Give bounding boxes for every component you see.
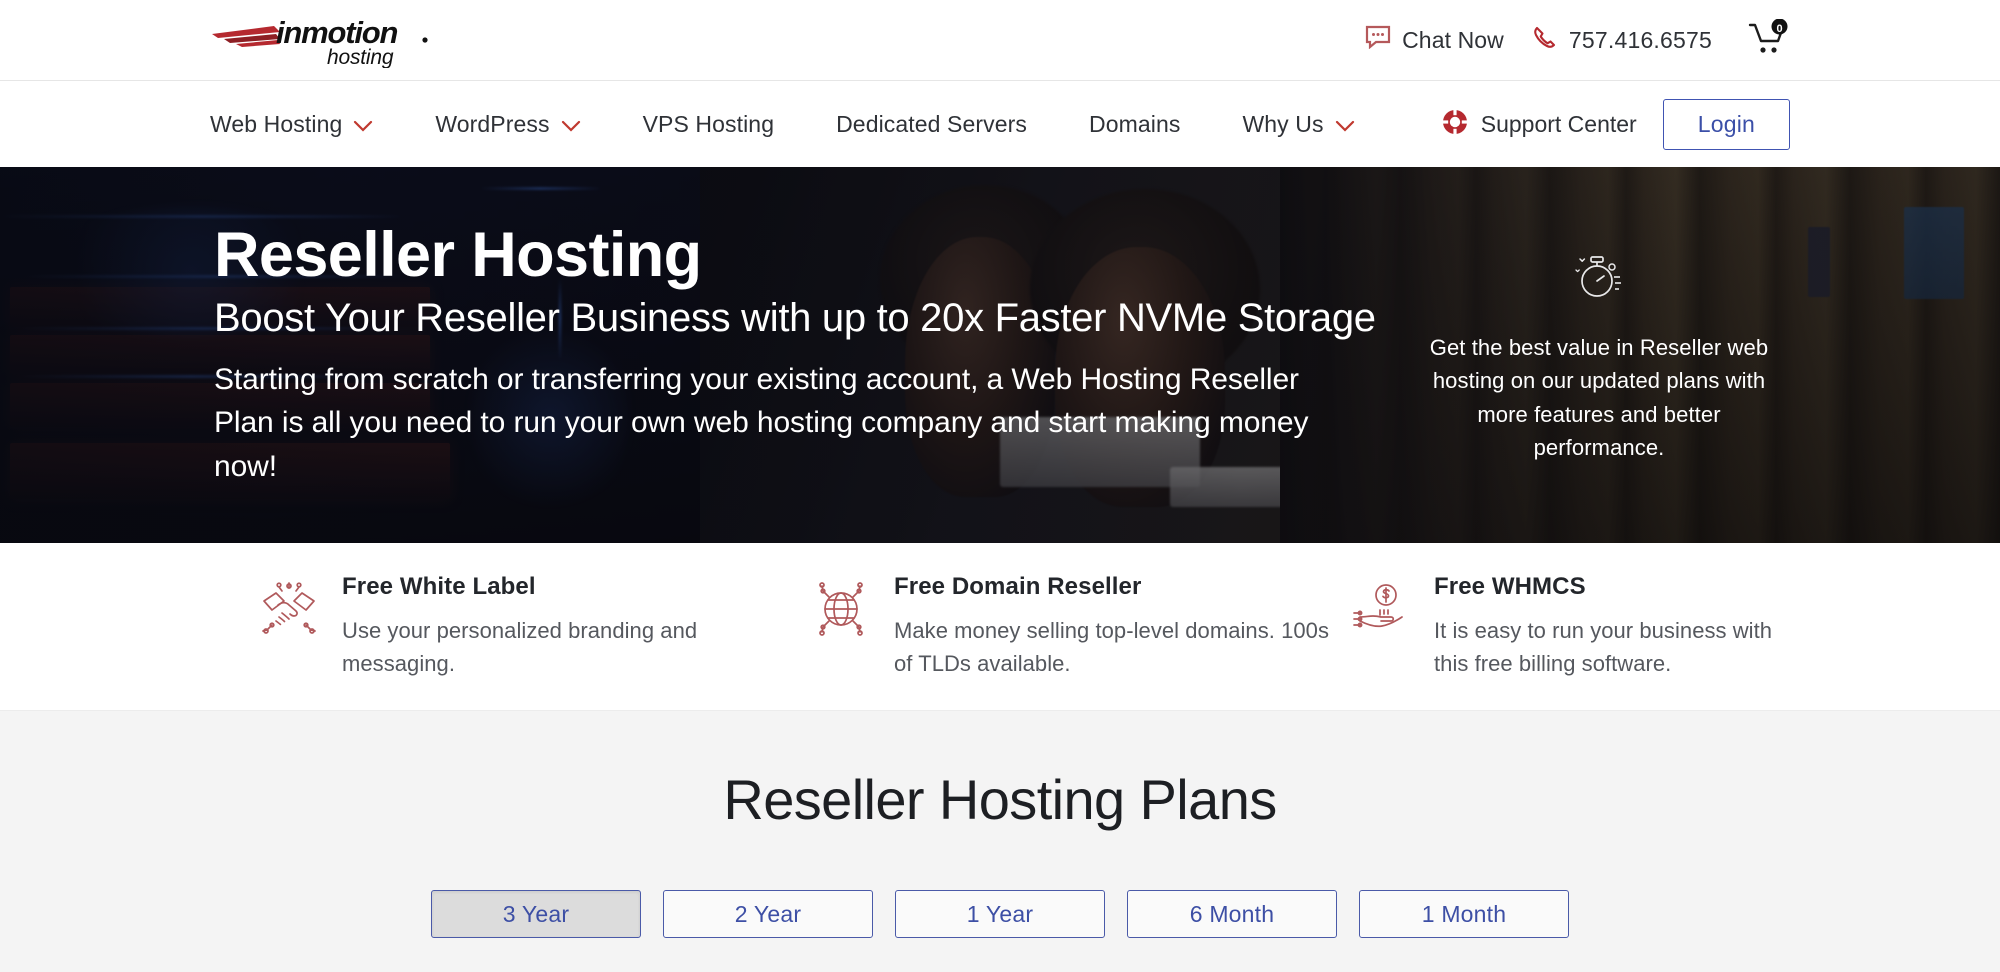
hero-title: Reseller Hosting [214, 222, 1385, 289]
globe-network-icon [810, 573, 872, 644]
shopping-cart-button[interactable]: 0 [1748, 19, 1790, 62]
plans-section-title: Reseller Hosting Plans [0, 711, 2000, 832]
term-tab-2-year[interactable]: 2 Year [663, 890, 873, 938]
hero-subtitle: Boost Your Reseller Business with up to … [214, 295, 1385, 342]
handshake-icon [258, 573, 320, 644]
nav-label: Why Us [1242, 111, 1323, 138]
chevron-down-icon [353, 111, 373, 138]
nav-label: Web Hosting [210, 111, 342, 138]
hero-value-callout: Get the best value in Reseller web hosti… [1419, 246, 1779, 465]
feature-title: Free Domain Reseller [894, 573, 1350, 601]
page-root: inmotion hosting Chat Now [0, 0, 2000, 972]
shopping-cart-icon: 0 [1748, 19, 1790, 62]
utility-header: inmotion hosting Chat Now [0, 0, 2000, 80]
chevron-down-icon [561, 111, 581, 138]
inmotion-logo[interactable]: inmotion hosting [210, 12, 460, 68]
billing-term-tabs: 3 Year 2 Year 1 Year 6 Month 1 Month [0, 890, 2000, 938]
nav-item-dedicated-servers[interactable]: Dedicated Servers [836, 111, 1055, 138]
feature-free-white-label: Free White Label Use your personalized b… [210, 573, 810, 680]
utility-actions: Chat Now 757.416.6575 [1365, 19, 1790, 62]
login-button[interactable]: Login [1663, 99, 1790, 150]
support-center-link[interactable]: Support Center [1441, 108, 1637, 142]
nav-item-wordpress[interactable]: WordPress [435, 111, 608, 138]
phone-number: 757.416.6575 [1569, 27, 1712, 54]
term-tab-1-year[interactable]: 1 Year [895, 890, 1105, 938]
nav-item-domains[interactable]: Domains [1089, 111, 1208, 138]
feature-description: Make money selling top-level domains. 10… [894, 614, 1350, 680]
cart-count-badge: 0 [1776, 23, 1782, 35]
nav-label: WordPress [435, 111, 549, 138]
feature-free-domain-reseller: Free Domain Reseller Make money selling … [810, 573, 1350, 680]
nav-item-vps-hosting[interactable]: VPS Hosting [643, 111, 803, 138]
phone-icon [1532, 25, 1557, 56]
lifebuoy-icon [1441, 108, 1469, 142]
feature-title: Free WHMCS [1434, 573, 1790, 601]
hero-copy: Reseller Hosting Boost Your Reseller Bus… [210, 222, 1385, 488]
nav-actions: Support Center Login [1441, 99, 1790, 150]
term-tab-3-year[interactable]: 3 Year [431, 890, 641, 938]
nav-label: Dedicated Servers [836, 111, 1027, 138]
hero-banner: Reseller Hosting Boost Your Reseller Bus… [0, 167, 2000, 543]
reseller-plans-section: Reseller Hosting Plans 3 Year 2 Year 1 Y… [0, 710, 2000, 972]
feature-description: It is easy to run your business with thi… [1434, 614, 1790, 680]
nav-label: Domains [1089, 111, 1180, 138]
svg-text:inmotion: inmotion [276, 15, 398, 50]
term-tab-6-month[interactable]: 6 Month [1127, 890, 1337, 938]
hero-description: Starting from scratch or transferring yo… [214, 358, 1334, 488]
feature-free-whmcs: Free WHMCS It is easy to run your busine… [1350, 573, 1790, 680]
hero-callout-text: Get the best value in Reseller web hosti… [1419, 331, 1779, 465]
nav-item-web-hosting[interactable]: Web Hosting [210, 111, 401, 138]
chat-now-label: Chat Now [1402, 27, 1504, 54]
main-navigation: Web Hosting WordPress VPS Hosting Dedica… [0, 80, 2000, 167]
nav-item-why-us[interactable]: Why Us [1242, 111, 1382, 138]
stopwatch-icon [1419, 246, 1779, 309]
svg-text:hosting: hosting [327, 46, 394, 68]
support-center-label: Support Center [1481, 111, 1637, 138]
chat-now-button[interactable]: Chat Now [1365, 25, 1504, 55]
term-tab-1-month[interactable]: 1 Month [1359, 890, 1569, 938]
nav-items: Web Hosting WordPress VPS Hosting Dedica… [210, 111, 1383, 138]
chat-bubble-icon [1365, 25, 1391, 55]
phone-link[interactable]: 757.416.6575 [1532, 25, 1712, 56]
feature-highlights: Free White Label Use your personalized b… [0, 543, 2000, 710]
chevron-down-icon [1335, 111, 1355, 138]
hand-dollar-icon [1350, 573, 1412, 644]
nav-label: VPS Hosting [643, 111, 775, 138]
feature-title: Free White Label [342, 573, 810, 601]
feature-description: Use your personalized branding and messa… [342, 614, 810, 680]
